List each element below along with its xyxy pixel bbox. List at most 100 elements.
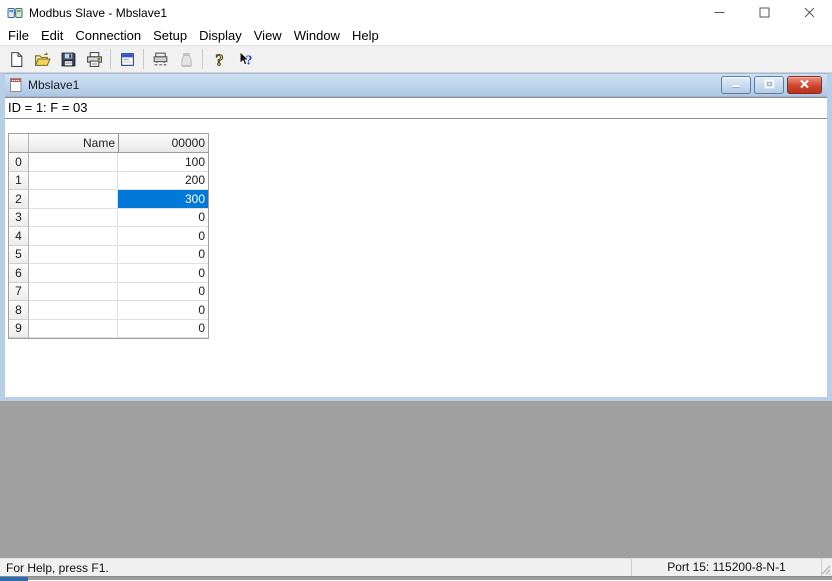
window-controls [697, 0, 832, 26]
menubar: File Edit Connection Setup Display View Window… [0, 26, 832, 45]
statusbar: For Help, press F1. Port 15: 115200-8-N-… [0, 558, 832, 576]
name-cell[interactable] [28, 227, 119, 246]
close-button[interactable] [787, 0, 832, 26]
name-cell[interactable] [28, 282, 119, 301]
minimize-icon [714, 6, 725, 21]
about-help-button[interactable]: ? [206, 47, 232, 71]
menu-view[interactable]: View [248, 27, 288, 45]
row-header-cell[interactable]: 0 [9, 153, 29, 172]
row-header-cell[interactable]: 6 [9, 264, 29, 283]
name-cell[interactable] [28, 153, 119, 172]
grid-row: 30 [9, 208, 208, 227]
menu-display[interactable]: Display [193, 27, 248, 45]
display-communication-button [173, 47, 199, 71]
address-column-header: 00000 [118, 134, 208, 153]
child-close-icon [799, 77, 810, 92]
value-cell[interactable]: 0 [118, 264, 208, 283]
row-header-cell[interactable]: 4 [9, 227, 29, 246]
close-icon [804, 6, 815, 21]
grid-row: 70 [9, 282, 208, 301]
child-window-controls [721, 75, 822, 94]
name-cell[interactable] [28, 264, 119, 283]
value-cell[interactable]: 100 [118, 153, 208, 172]
document-icon [8, 77, 24, 93]
menu-help[interactable]: Help [346, 27, 385, 45]
modbus-slave-app-icon [7, 5, 23, 21]
value-cell[interactable]: 0 [118, 282, 208, 301]
setup-window-icon [119, 51, 136, 68]
mbslave-document-window: Mbslave1 ID = 1: F = 03 Name 00000 0 100… [0, 73, 832, 401]
value-cell[interactable]: 0 [118, 227, 208, 246]
minimize-button[interactable] [697, 0, 742, 26]
child-content-area: Name 00000 0 100 1 200 2 300 3 0 4 0 5 0 6 0 7 0 8 0 9 0 [5, 119, 827, 397]
child-titlebar: Mbslave1 [5, 74, 827, 97]
communication-traffic-button[interactable] [147, 47, 173, 71]
row-header-cell[interactable]: 7 [9, 282, 29, 301]
name-cell[interactable] [28, 208, 119, 227]
frame-accent-segment [0, 577, 28, 581]
row-header-cell[interactable]: 2 [9, 190, 29, 209]
menu-window[interactable]: Window [288, 27, 346, 45]
main-titlebar: Modbus Slave - Mbslave1 [0, 0, 832, 26]
open-folder-icon [34, 51, 51, 68]
grid-header-row: Name 00000 [9, 134, 208, 153]
app-window: Modbus Slave - Mbslave1 File Edit Connecti… [0, 0, 832, 581]
name-column-header: Name [29, 134, 119, 153]
name-cell[interactable] [28, 245, 119, 264]
status-help-text: For Help, press F1. [6, 561, 109, 575]
toolbar: ?? [0, 45, 832, 73]
child-close-button[interactable] [787, 75, 822, 94]
corner-header-cell [9, 134, 29, 153]
grid-row: 60 [9, 264, 208, 283]
grid-row: 80 [9, 301, 208, 320]
device-disabled-icon [178, 51, 195, 68]
child-minimize-button[interactable] [721, 75, 751, 94]
grid-row: 40 [9, 227, 208, 246]
row-header-cell[interactable]: 8 [9, 301, 29, 320]
context-help-button[interactable]: ? [232, 47, 258, 71]
resize-grip[interactable] [818, 562, 831, 575]
menu-setup[interactable]: Setup [147, 27, 193, 45]
mdi-client-area [0, 401, 832, 558]
row-header-cell[interactable]: 9 [9, 319, 29, 338]
name-cell[interactable] [28, 190, 119, 209]
arrow-question-icon: ? [237, 50, 254, 68]
printer-icon [86, 51, 103, 68]
value-cell[interactable]: 200 [118, 171, 208, 190]
new-file-button[interactable] [3, 47, 29, 71]
value-cell[interactable]: 0 [118, 319, 208, 338]
slave-definition-button[interactable] [114, 47, 140, 71]
grid-row: 0 100 [9, 153, 208, 172]
row-header-cell[interactable]: 1 [9, 171, 29, 190]
window-bottom-frame [0, 576, 832, 581]
name-cell[interactable] [28, 319, 119, 338]
svg-text:?: ? [215, 51, 224, 68]
print-button[interactable] [81, 47, 107, 71]
menu-file[interactable]: File [2, 27, 35, 45]
maximize-button[interactable] [742, 0, 787, 26]
status-port-settings: Port 15: 115200-8-N-1 [631, 559, 822, 576]
value-cell[interactable]: 0 [118, 301, 208, 320]
row-header-cell[interactable]: 3 [9, 208, 29, 227]
name-cell[interactable] [28, 171, 119, 190]
open-file-button[interactable] [29, 47, 55, 71]
slave-id-function-line: ID = 1: F = 03 [5, 97, 827, 119]
menu-connection[interactable]: Connection [69, 27, 147, 45]
serial-device-icon [152, 51, 169, 68]
grid-row: 90 [9, 319, 208, 338]
toolbar-separator [143, 49, 144, 69]
value-cell[interactable]: 0 [118, 245, 208, 264]
floppy-disk-icon [60, 51, 77, 68]
row-header-cell[interactable]: 5 [9, 245, 29, 264]
toolbar-separator [202, 49, 203, 69]
new-file-icon [8, 51, 25, 68]
value-cell[interactable]: 0 [118, 208, 208, 227]
question-mark-icon: ? [211, 51, 228, 68]
save-button[interactable] [55, 47, 81, 71]
child-window-title: Mbslave1 [28, 78, 80, 92]
name-cell[interactable] [28, 301, 119, 320]
child-restore-icon [764, 77, 775, 92]
menu-edit[interactable]: Edit [35, 27, 69, 45]
child-restore-button[interactable] [754, 75, 784, 94]
value-cell[interactable]: 300 [118, 190, 208, 209]
